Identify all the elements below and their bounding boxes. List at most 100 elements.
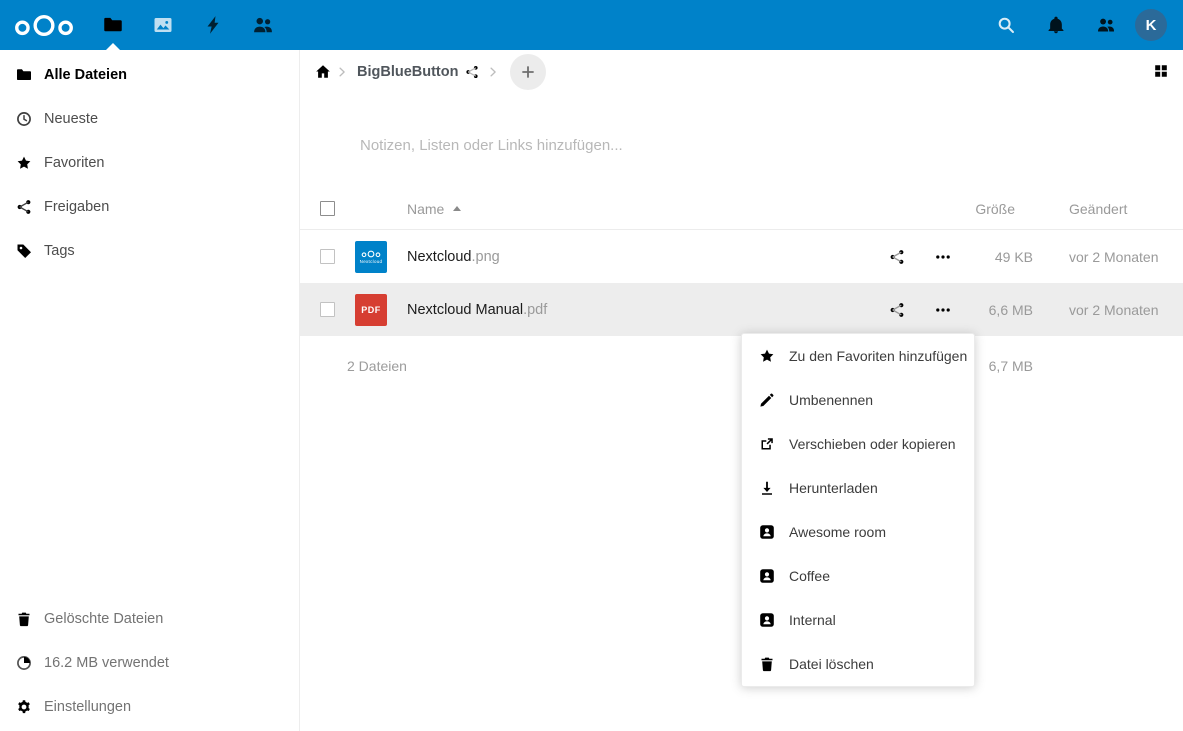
size-column-header[interactable]: Größe <box>959 201 1033 217</box>
user-avatar[interactable]: K <box>1135 9 1167 41</box>
menu-item-label: Herunterladen <box>789 480 878 496</box>
chevron-right-icon <box>486 65 500 79</box>
sidebar-item-label: Neueste <box>44 111 98 127</box>
download-icon <box>759 480 775 496</box>
menu-item-awesome-room[interactable]: Awesome room <box>742 510 974 554</box>
file-name-link[interactable]: Nextcloud Manual .pdf <box>397 302 863 318</box>
top-bar: K <box>0 0 1183 50</box>
share-icon[interactable] <box>465 65 479 79</box>
folder-icon <box>16 67 32 83</box>
contacts-icon <box>253 15 273 35</box>
grid-view-toggle[interactable] <box>1153 63 1169 79</box>
more-actions-icon[interactable] <box>935 302 951 318</box>
more-actions-icon[interactable] <box>935 249 951 265</box>
trash-icon <box>759 656 775 672</box>
sidebar-item-favorites[interactable]: Favoriten <box>0 141 299 185</box>
sidebar-item-settings[interactable]: Einstellungen <box>0 685 299 729</box>
modified-column-header[interactable]: Geändert <box>1033 201 1183 217</box>
file-actions-context-menu: Zu den Favoriten hinzufügen Umbenennen V… <box>741 333 975 687</box>
sidebar-quota: 16.2 MB verwendet <box>0 641 299 685</box>
menu-item-delete-file[interactable]: Datei löschen <box>742 642 974 686</box>
sidebar-item-label: Einstellungen <box>44 699 131 715</box>
pencil-icon <box>759 392 775 408</box>
clock-icon <box>16 111 32 127</box>
sidebar-item-all-files[interactable]: Alle Dateien <box>0 53 299 97</box>
sidebar-item-label: Tags <box>44 243 75 259</box>
bell-icon <box>1047 16 1065 34</box>
menu-item-label: Verschieben oder kopieren <box>789 436 956 452</box>
menu-item-rename[interactable]: Umbenennen <box>742 378 974 422</box>
share-icon <box>16 199 32 215</box>
sidebar-item-tags[interactable]: Tags <box>0 229 299 273</box>
file-extension: .png <box>471 249 499 265</box>
sort-ascending-icon <box>453 206 461 211</box>
sidebar-item-trash[interactable]: Gelöschte Dateien <box>0 597 299 641</box>
sidebar-item-label: Favoriten <box>44 155 104 171</box>
menu-item-download[interactable]: Herunterladen <box>742 466 974 510</box>
file-extension: .pdf <box>523 302 547 318</box>
share-icon[interactable] <box>889 302 905 318</box>
app-photos-button[interactable] <box>138 0 188 50</box>
file-table-header: Name Größe Geändert <box>300 188 1183 230</box>
new-file-button[interactable] <box>510 54 546 90</box>
sidebar-item-label: Freigaben <box>44 199 109 215</box>
file-size: 49 KB <box>959 249 1033 265</box>
home-icon[interactable] <box>315 64 331 80</box>
menu-item-coffee[interactable]: Coffee <box>742 554 974 598</box>
gear-icon <box>16 699 32 715</box>
contacts-menu-button[interactable] <box>1081 0 1131 50</box>
sidebar-item-recent[interactable]: Neueste <box>0 97 299 141</box>
activity-icon <box>203 15 223 35</box>
row-checkbox[interactable] <box>320 302 335 317</box>
photos-icon <box>153 15 173 35</box>
share-icon[interactable] <box>889 249 905 265</box>
move-icon <box>759 436 775 452</box>
app-contacts-button[interactable] <box>238 0 288 50</box>
file-size: 6,6 MB <box>959 302 1033 318</box>
trash-icon <box>16 611 32 627</box>
notifications-button[interactable] <box>1031 0 1081 50</box>
sidebar-nav-list: Alle Dateien Neueste Favoriten Freigaben… <box>0 50 299 273</box>
file-basename: Nextcloud Manual <box>407 302 523 318</box>
plus-icon <box>520 64 536 80</box>
quota-icon <box>16 655 32 671</box>
menu-item-internal[interactable]: Internal <box>742 598 974 642</box>
room-icon <box>759 524 775 540</box>
menu-item-label: Zu den Favoriten hinzufügen <box>789 348 967 364</box>
file-modified: vor 2 Monaten <box>1033 249 1183 265</box>
sort-by-name-header[interactable]: Name <box>397 201 863 217</box>
workspace-notes-editor[interactable]: Notizen, Listen oder Links hinzufügen... <box>360 128 1183 162</box>
star-icon <box>759 348 775 364</box>
table-row[interactable]: PDF Nextcloud Manual .pdf 6,6 MB vor 2 M… <box>300 283 1183 336</box>
menu-item-label: Coffee <box>789 568 830 584</box>
quota-label: 16.2 MB verwendet <box>44 655 169 671</box>
row-checkbox[interactable] <box>320 249 335 264</box>
room-icon <box>759 568 775 584</box>
sidebar: Alle Dateien Neueste Favoriten Freigaben… <box>0 50 300 731</box>
nextcloud-logo[interactable] <box>0 0 88 50</box>
menu-item-label: Datei löschen <box>789 656 874 672</box>
menu-item-add-to-favorites[interactable]: Zu den Favoriten hinzufügen <box>742 334 974 378</box>
sidebar-item-label: Alle Dateien <box>44 67 127 83</box>
select-all-checkbox[interactable] <box>320 201 335 216</box>
tag-icon <box>16 243 32 259</box>
app-files-button[interactable] <box>88 0 138 50</box>
sidebar-footer: Gelöschte Dateien 16.2 MB verwendet Eins… <box>0 597 299 731</box>
file-modified: vor 2 Monaten <box>1033 302 1183 318</box>
menu-item-move-or-copy[interactable]: Verschieben oder kopieren <box>742 422 974 466</box>
table-row[interactable]: Nextcloud Nextcloud .png 49 KB vor 2 Mon… <box>300 230 1183 283</box>
app-activity-button[interactable] <box>188 0 238 50</box>
breadcrumb: BigBlueButton <box>300 50 1183 94</box>
breadcrumb-current-folder[interactable]: BigBlueButton <box>357 64 458 80</box>
topbar-right-section: K <box>981 0 1183 50</box>
menu-item-label: Internal <box>789 612 836 628</box>
chevron-right-icon <box>335 65 349 79</box>
file-name-link[interactable]: Nextcloud .png <box>397 249 863 265</box>
sidebar-item-label: Gelöschte Dateien <box>44 611 163 627</box>
nextcloud-logo-icon <box>13 13 75 38</box>
sidebar-item-shares[interactable]: Freigaben <box>0 185 299 229</box>
pdf-file-thumbnail: PDF <box>355 294 387 326</box>
file-basename: Nextcloud <box>407 249 471 265</box>
star-icon <box>16 155 32 171</box>
search-button[interactable] <box>981 0 1031 50</box>
